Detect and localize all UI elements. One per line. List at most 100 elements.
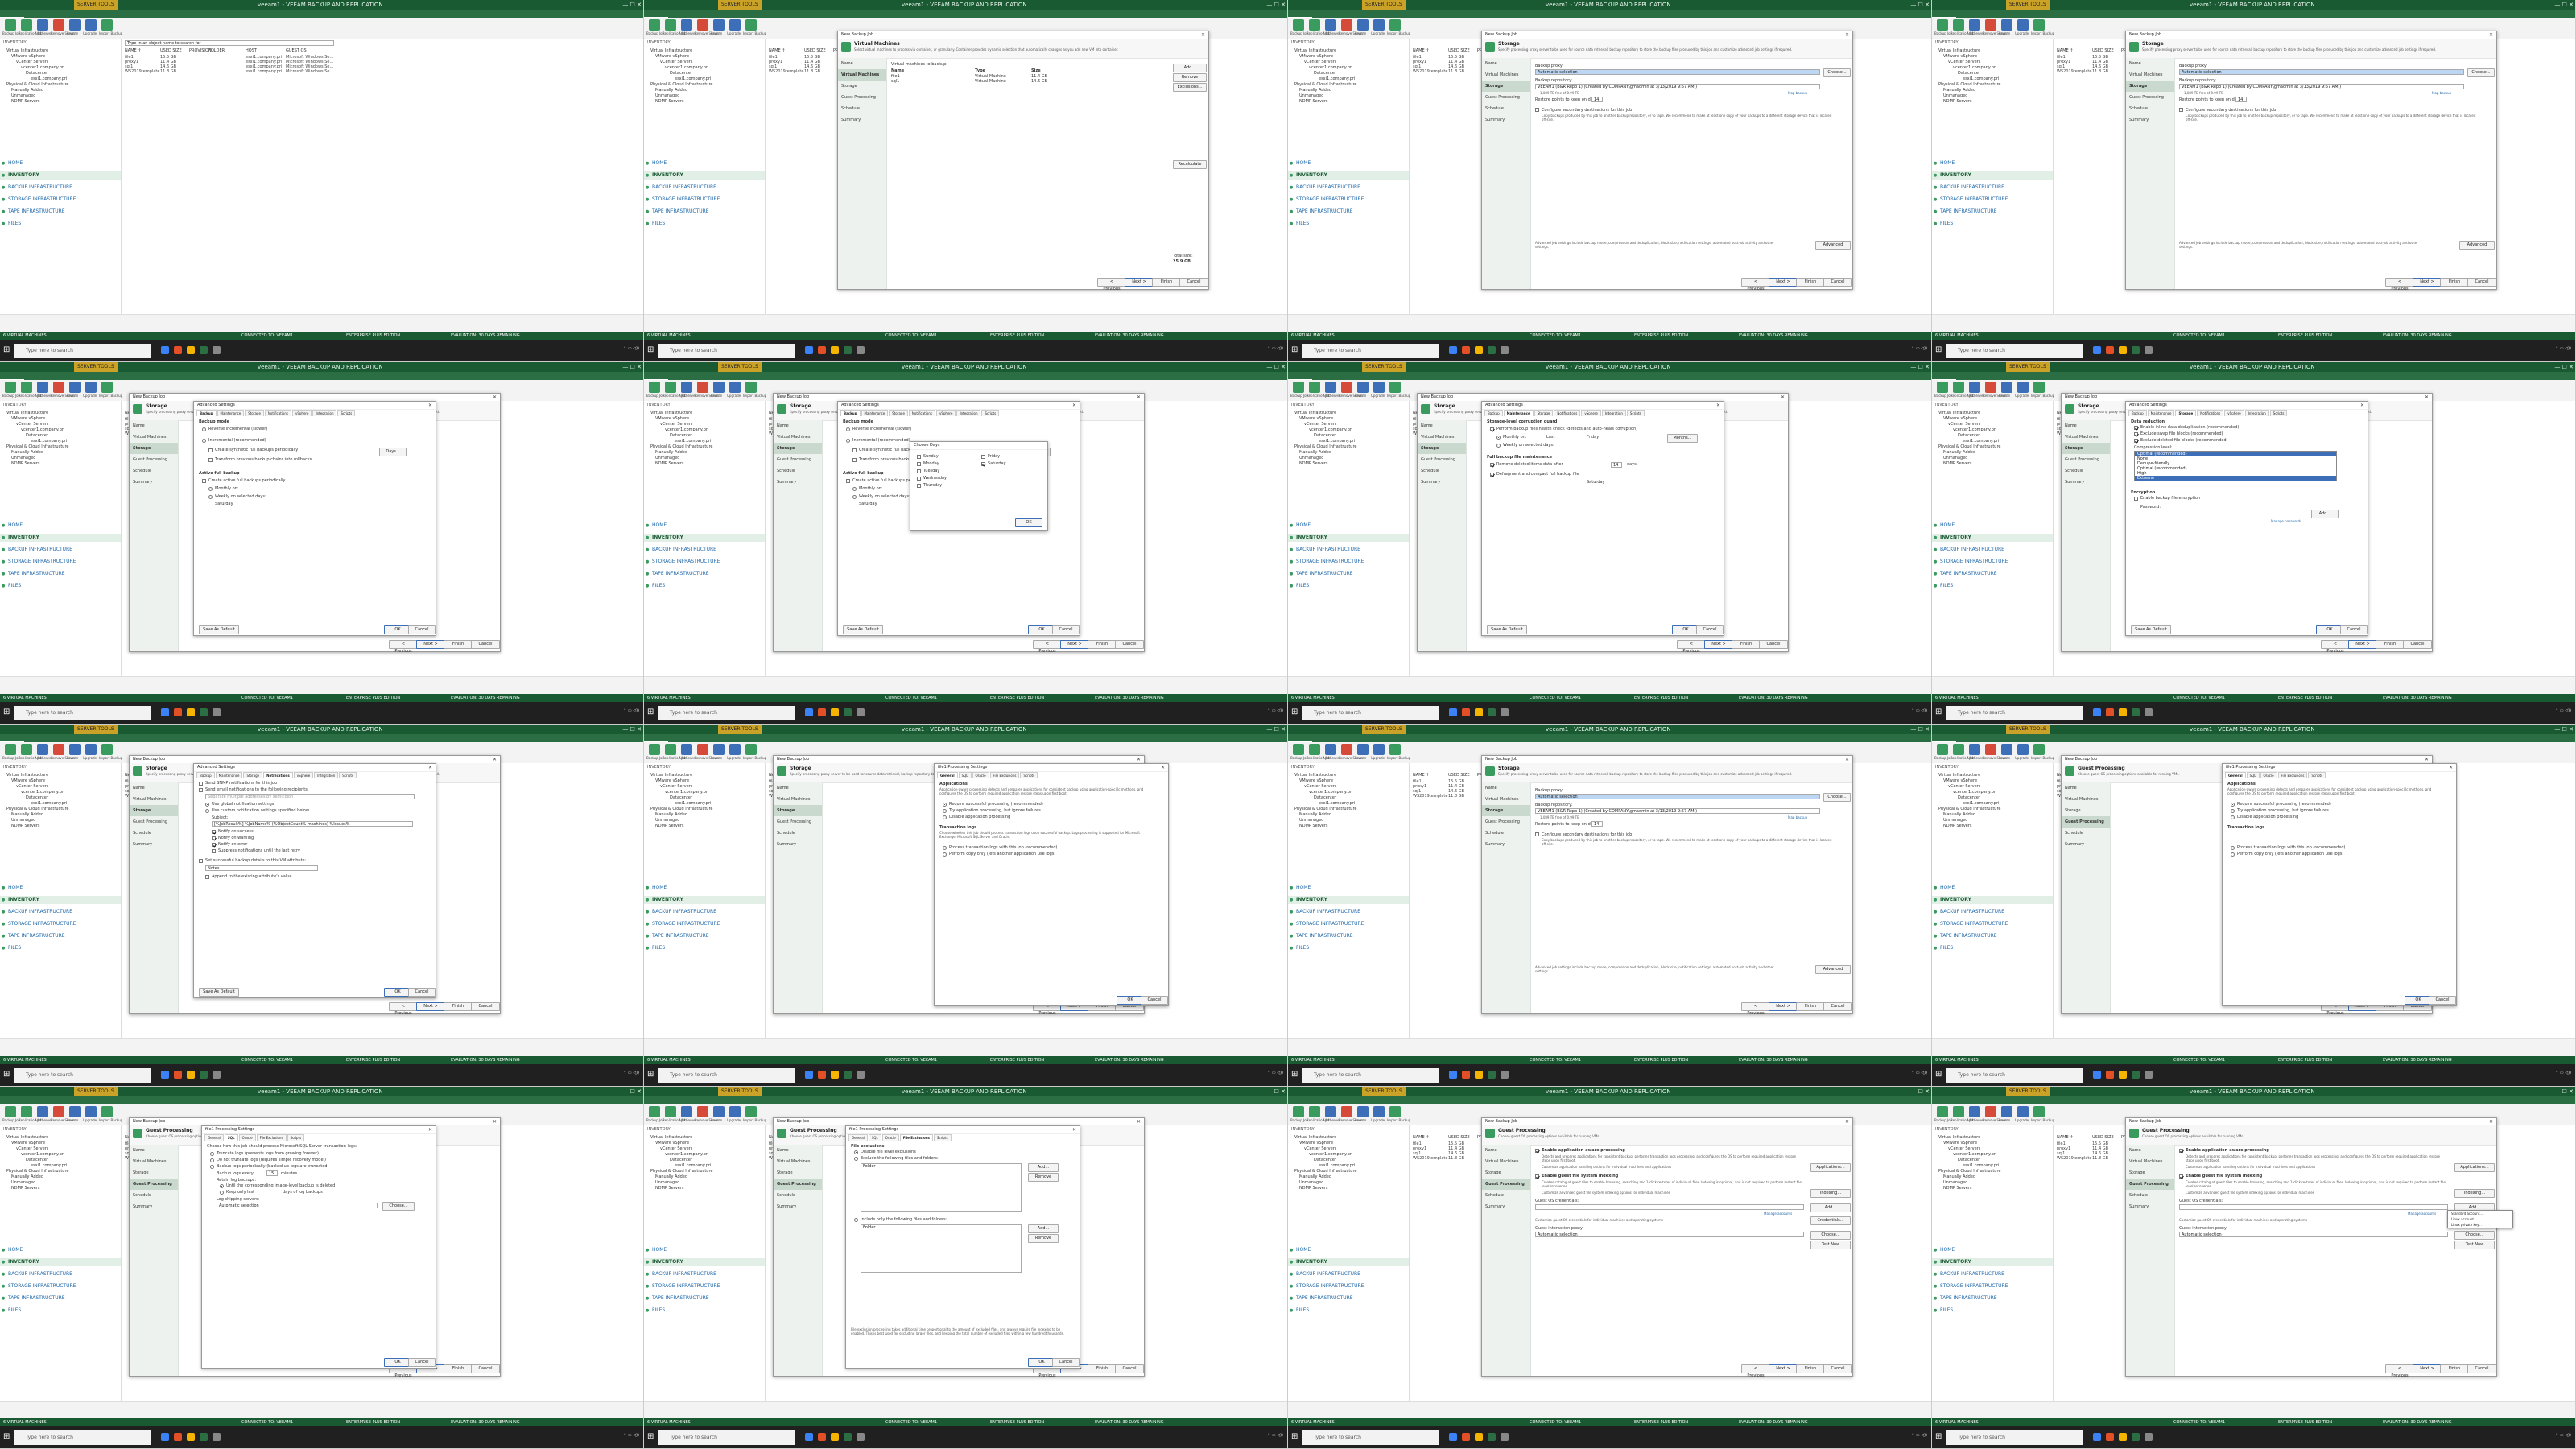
tree-node[interactable]: vcenter1.company.pri	[1953, 790, 1996, 795]
previous-button[interactable]: < Previous	[1741, 1364, 1770, 1378]
wizard-step-virtual-machines[interactable]: Virtual Machines	[130, 794, 178, 805]
wizard-step-storage[interactable]: Storage	[2126, 80, 2174, 92]
vm-attribute-chk[interactable]	[199, 859, 203, 863]
keep-only-radio[interactable]	[220, 1191, 224, 1195]
nav-backup-infrastructure[interactable]: BACKUP INFRASTRUCTURE	[644, 1270, 765, 1278]
ribbon-button-3[interactable]	[1985, 19, 1996, 31]
wizard-step-guest-processing[interactable]: Guest Processing	[130, 454, 178, 465]
log-ship-field[interactable]: Automatic selection	[217, 1203, 378, 1208]
tab-scripts[interactable]: Scripts	[339, 772, 357, 778]
incremental-radio[interactable]	[202, 439, 206, 443]
tree-node[interactable]: esxi1.company.pri	[31, 1163, 67, 1168]
nav-home[interactable]: HOME	[0, 884, 121, 892]
ok-button[interactable]: OK	[384, 625, 411, 634]
server-tools-tab[interactable]: SERVER TOOLS	[718, 362, 762, 372]
nav-tape-infrastructure[interactable]: TAPE INFRASTRUCTURE	[644, 1294, 765, 1302]
server-tools-tab[interactable]: SERVER TOOLS	[2006, 724, 2050, 734]
day-saturday-checkbox[interactable]	[981, 462, 985, 466]
taskbar-search[interactable]: Type here to search	[14, 706, 151, 720]
tree-node[interactable]: esxi1.company.pri	[675, 1163, 711, 1168]
ok-button[interactable]: OK	[1028, 1358, 1055, 1367]
nav-home[interactable]: HOME	[644, 884, 765, 892]
ribbon-button-0[interactable]	[1293, 744, 1304, 755]
window-controls[interactable]: — ☐ ✕	[2544, 362, 2575, 372]
active-full-chk[interactable]	[846, 479, 850, 483]
cancel-button[interactable]: Cancel	[471, 1002, 500, 1011]
tree-node[interactable]: esxi1.company.pri	[1319, 1163, 1355, 1168]
finish-button[interactable]: Finish	[444, 640, 473, 649]
cancel-button[interactable]: Cancel	[1052, 1358, 1080, 1367]
tab-notifications[interactable]: Notifications	[264, 410, 291, 416]
tab-maintenance[interactable]: Maintenance	[2147, 410, 2175, 416]
ribbon-button-3[interactable]	[53, 1106, 64, 1117]
ribbon-button-3[interactable]	[53, 382, 64, 393]
tree-node[interactable]: Unmanaged	[11, 818, 35, 823]
nav-files[interactable]: FILES	[0, 220, 121, 228]
next-button[interactable]: Next >	[416, 640, 445, 649]
previous-button[interactable]: < Previous	[2385, 278, 2414, 291]
windows-start-icon[interactable]: ⊞	[647, 346, 655, 354]
taskbar-app-icon[interactable]	[174, 708, 182, 716]
tab-storage[interactable]: Storage	[243, 772, 263, 778]
nav-inventory[interactable]: INVENTORY	[1288, 896, 1409, 904]
finish-button[interactable]: Finish	[444, 1002, 473, 1011]
taskbar-search[interactable]: Type here to search	[14, 344, 151, 358]
tree-node[interactable]: vcenter1.company.pri	[665, 1152, 708, 1157]
tree-node[interactable]: VMware vSphere	[1299, 54, 1333, 59]
tab-scripts[interactable]: Scripts	[1626, 410, 1645, 416]
nav-storage-infrastructure[interactable]: STORAGE INFRASTRUCTURE	[644, 920, 765, 928]
previous-button[interactable]: < Previous	[2385, 1364, 2414, 1378]
until-deleted-radio[interactable]	[220, 1184, 224, 1188]
ribbon-button-0[interactable]	[1937, 1106, 1948, 1117]
tab-general[interactable]: General	[2225, 772, 2246, 778]
finish-button[interactable]: Finish	[444, 1364, 473, 1373]
backup-logs-radio[interactable]	[210, 1165, 214, 1169]
tree-node[interactable]: Unmanaged	[11, 93, 35, 98]
secondary-destinations-checkbox[interactable]	[2179, 108, 2183, 112]
process-trans-radio[interactable]	[2231, 846, 2235, 850]
ribbon-button-5[interactable]	[1373, 19, 1385, 31]
wizard-step-summary[interactable]: Summary	[1482, 1201, 1530, 1212]
nav-tape-infrastructure[interactable]: TAPE INFRASTRUCTURE	[0, 1294, 121, 1302]
wizard-step-summary[interactable]: Summary	[2062, 839, 2110, 850]
nav-inventory[interactable]: INVENTORY	[1932, 1258, 2053, 1266]
indexing-button[interactable]: Indexing...	[2454, 1189, 2495, 1198]
taskbar-app-icon[interactable]	[161, 708, 169, 716]
cancel-button[interactable]: Cancel	[1823, 1002, 1852, 1011]
taskbar-app-icon[interactable]	[213, 708, 221, 716]
restore-points-input[interactable]: 14	[1591, 821, 1603, 827]
nav-storage-infrastructure[interactable]: STORAGE INFRASTRUCTURE	[1932, 1282, 2053, 1290]
server-tools-tab[interactable]: SERVER TOOLS	[2006, 0, 2050, 10]
vms-add-button[interactable]: Add...	[1173, 64, 1207, 72]
ribbon-button-2[interactable]	[681, 382, 692, 393]
ribbon-button-5[interactable]	[729, 1106, 741, 1117]
nav-files[interactable]: FILES	[644, 944, 765, 952]
taskbar-search[interactable]: Type here to search	[658, 706, 795, 720]
disable-processing-radio[interactable]	[2231, 815, 2235, 819]
tab-sql[interactable]: SQL	[958, 772, 972, 778]
add-credentials-button[interactable]: Add...	[1810, 1203, 1851, 1212]
tree-node[interactable]: Virtual Infrastructure	[6, 48, 48, 53]
wizard-step-schedule[interactable]: Schedule	[130, 828, 178, 839]
tree-node[interactable]: Virtual Infrastructure	[1294, 48, 1336, 53]
backup-proxy-field[interactable]: Automatic selection	[2179, 69, 2464, 75]
taskbar-app-icon[interactable]	[2132, 708, 2140, 716]
wizard-step-virtual-machines[interactable]: Virtual Machines	[774, 431, 822, 443]
indexing-chk[interactable]	[1535, 1174, 1539, 1179]
tree-node[interactable]: vCenter Servers	[1304, 1146, 1336, 1151]
cancel-button[interactable]: Cancel	[1179, 278, 1208, 287]
wizard-step-name[interactable]: Name	[2126, 58, 2174, 69]
incremental-radio[interactable]	[846, 439, 850, 443]
disable-exclusions-radio[interactable]	[854, 1150, 858, 1154]
email-recipients-input[interactable]: Separate multiple addresses by semicolon	[205, 794, 415, 799]
app-aware-chk[interactable]	[1535, 1149, 1539, 1153]
nav-files[interactable]: FILES	[1288, 220, 1409, 228]
snmp-chk[interactable]	[199, 782, 203, 786]
tree-node[interactable]: Datacenter	[670, 795, 692, 800]
day-wednesday-checkbox[interactable]	[917, 477, 921, 481]
next-button[interactable]: Next >	[1769, 1364, 1798, 1373]
add-credentials-menu-item[interactable]: Standard account...	[2448, 1211, 2512, 1216]
tree-node[interactable]: Virtual Infrastructure	[6, 773, 48, 778]
tree-node[interactable]: esxi1.company.pri	[1319, 801, 1355, 806]
tree-node[interactable]: Physical & Cloud Infrastructure	[650, 1169, 713, 1174]
